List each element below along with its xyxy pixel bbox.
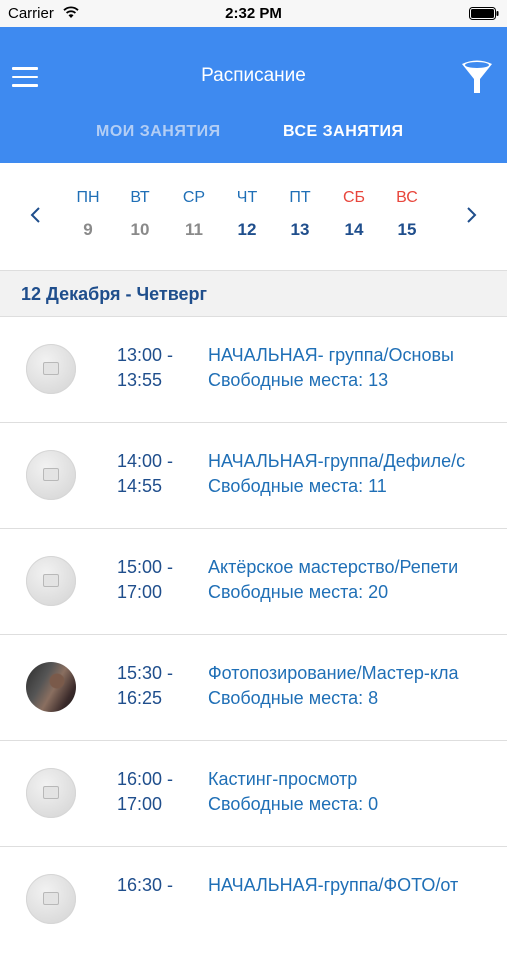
day-name: ПН bbox=[76, 189, 100, 206]
schedule-list: 13:00 - 13:55 НАЧАЛЬНАЯ- группа/Основы С… bbox=[0, 317, 507, 953]
free-seats: Свободные места: 13 bbox=[208, 370, 389, 390]
day-name: ПТ bbox=[289, 189, 311, 206]
chevron-right-icon[interactable] bbox=[464, 205, 478, 225]
end-time: 17:00 bbox=[117, 582, 163, 602]
day-wednesday[interactable]: СР 11 bbox=[169, 189, 219, 240]
day-saturday[interactable]: СБ 14 bbox=[329, 189, 379, 240]
class-name: НАЧАЛЬНАЯ- группа/Основы bbox=[208, 345, 454, 365]
start-time: 16:30 - bbox=[117, 875, 174, 895]
schedule-row[interactable]: 16:00 - 17:00 Кастинг-просмотр Свободные… bbox=[0, 741, 507, 847]
app-header: Расписание МОИ ЗАНЯТИЯ ВСЕ ЗАНЯТИЯ bbox=[0, 27, 507, 163]
schedule-row[interactable]: 15:00 - 17:00 Актёрское мастерство/Репет… bbox=[0, 529, 507, 635]
end-time: 14:55 bbox=[117, 476, 163, 496]
free-seats: Свободные места: 8 bbox=[208, 688, 379, 708]
end-time: 17:00 bbox=[117, 794, 163, 814]
day-number: 15 bbox=[397, 220, 417, 239]
day-sunday[interactable]: ВС 15 bbox=[382, 189, 432, 240]
tab-my-classes[interactable]: МОИ ЗАНЯТИЯ bbox=[96, 123, 221, 141]
start-time: 14:00 - bbox=[117, 451, 174, 471]
tab-all-classes[interactable]: ВСЕ ЗАНЯТИЯ bbox=[283, 123, 404, 141]
free-seats: Свободные места: 0 bbox=[208, 794, 379, 814]
filter-funnel-icon[interactable] bbox=[459, 58, 495, 96]
day-number: 11 bbox=[185, 220, 203, 239]
day-name: ЧТ bbox=[236, 189, 258, 206]
day-number: 13 bbox=[290, 220, 310, 239]
day-name: СБ bbox=[342, 189, 366, 206]
week-selector: ПН 9 ВТ 10 СР 11 ЧТ 12 ПТ 13 СБ 14 ВС 15 bbox=[0, 163, 507, 270]
status-time: 2:32 PM bbox=[225, 5, 282, 22]
day-tuesday[interactable]: ВТ 10 bbox=[115, 189, 165, 240]
instructor-photo-avatar bbox=[26, 662, 76, 712]
instructor-avatar bbox=[26, 344, 76, 394]
schedule-row[interactable]: 13:00 - 13:55 НАЧАЛЬНАЯ- группа/Основы С… bbox=[0, 317, 507, 423]
instructor-avatar bbox=[26, 874, 76, 924]
schedule-row[interactable]: 16:30 - НАЧАЛЬНАЯ-группа/ФОТО/от bbox=[0, 847, 507, 953]
image-placeholder-icon bbox=[43, 574, 59, 587]
chevron-left-icon[interactable] bbox=[29, 205, 43, 225]
day-number: 12 bbox=[237, 220, 257, 239]
status-bar: Carrier 2:32 PM bbox=[0, 0, 507, 27]
end-time: 16:25 bbox=[117, 688, 163, 708]
instructor-avatar bbox=[26, 450, 76, 500]
start-time: 15:00 - bbox=[117, 557, 174, 577]
start-time: 13:00 - bbox=[117, 345, 174, 365]
start-time: 16:00 - bbox=[117, 769, 174, 789]
image-placeholder-icon bbox=[43, 892, 59, 905]
day-monday[interactable]: ПН 9 bbox=[63, 189, 113, 240]
day-number: 9 bbox=[83, 220, 93, 239]
schedule-row[interactable]: 15:30 - 16:25 Фотопозирование/Мастер-кла… bbox=[0, 635, 507, 741]
day-thursday[interactable]: ЧТ 12 bbox=[222, 189, 272, 240]
date-header-label: 12 Декабря - Четверг bbox=[21, 284, 208, 304]
class-name: Фотопозирование/Мастер-кла bbox=[208, 663, 459, 683]
date-section-header: 12 Декабря - Четверг bbox=[0, 270, 507, 317]
image-placeholder-icon bbox=[43, 362, 59, 375]
free-seats: Свободные места: 20 bbox=[208, 582, 389, 602]
day-number: 14 bbox=[344, 220, 364, 239]
day-number: 10 bbox=[130, 220, 150, 239]
day-name: ВС bbox=[396, 189, 418, 206]
day-name: ВТ bbox=[130, 189, 150, 206]
image-placeholder-icon bbox=[43, 468, 59, 481]
instructor-avatar bbox=[26, 768, 76, 818]
class-name: НАЧАЛЬНАЯ-группа/Дефиле/с bbox=[208, 451, 466, 471]
page-title: Расписание bbox=[201, 65, 306, 86]
end-time: 13:55 bbox=[117, 370, 163, 390]
schedule-row[interactable]: 14:00 - 14:55 НАЧАЛЬНАЯ-группа/Дефиле/с … bbox=[0, 423, 507, 529]
class-name: НАЧАЛЬНАЯ-группа/ФОТО/от bbox=[208, 875, 459, 895]
instructor-avatar bbox=[26, 556, 76, 606]
free-seats: Свободные места: 11 bbox=[208, 476, 387, 496]
image-placeholder-icon bbox=[43, 786, 59, 799]
day-friday[interactable]: ПТ 13 bbox=[275, 189, 325, 240]
class-name: Кастинг-просмотр bbox=[208, 769, 358, 789]
class-name: Актёрское мастерство/Репети bbox=[208, 557, 459, 577]
day-name: СР bbox=[182, 189, 206, 206]
battery-icon bbox=[469, 7, 499, 20]
start-time: 15:30 - bbox=[117, 663, 174, 683]
